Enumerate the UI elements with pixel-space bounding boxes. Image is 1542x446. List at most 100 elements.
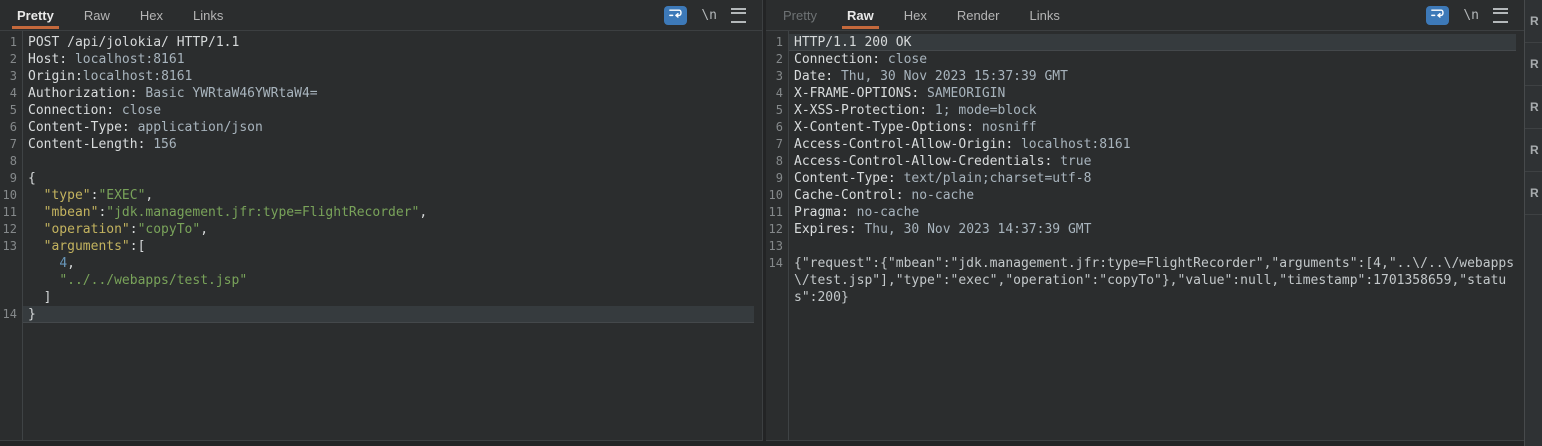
- code-segment-string: "../../webapps/test.jsp": [59, 273, 247, 288]
- code-line: 2Connection: close: [766, 51, 1516, 68]
- code-segment-key: "arguments": [44, 239, 130, 254]
- tab-links[interactable]: Links: [1014, 0, 1074, 30]
- code-segment-body: {"request":{"mbean":"jdk.management.jfr:…: [794, 256, 1514, 305]
- line-content: Expires: Thu, 30 Nov 2023 14:37:39 GMT: [788, 221, 1516, 238]
- line-content: "operation":"copyTo",: [22, 221, 754, 238]
- code-segment-plain: HTTP/1.1 200 OK: [794, 35, 911, 50]
- code-segment-value: 1; mode=block: [927, 103, 1037, 118]
- line-content: Access-Control-Allow-Origin: localhost:8…: [788, 136, 1516, 153]
- request-message-editor: Pretty Raw HexLinks \n 1 POST /api/jolokia/…: [0, 0, 763, 441]
- code-segment-value: Thu, 30 Nov 2023 15:37:39 GMT: [833, 69, 1068, 84]
- tab-label: Render: [957, 8, 1000, 23]
- line-number: 6: [766, 119, 788, 136]
- response-message-editor: Pretty RawHex Render Links \n 1HTTP/1.1 200…: [766, 0, 1525, 441]
- tab-hex[interactable]: Hex: [125, 0, 178, 30]
- code-segment-value: no-cache: [904, 188, 974, 203]
- word-wrap-icon: [667, 6, 684, 25]
- code-line: 4Authorization: Basic YWRtaW46YWRtaW4=: [0, 85, 754, 102]
- code-segment-key: "mbean": [44, 205, 99, 220]
- tab-links[interactable]: Links: [178, 0, 238, 30]
- inspector-section-label: R: [1530, 186, 1539, 200]
- code-line: 13 "arguments":[: [0, 238, 754, 255]
- line-content: [22, 153, 754, 170]
- response-editor-area[interactable]: 1HTTP/1.1 200 OK2Connection: close3Date:…: [766, 31, 1524, 440]
- tab-pretty[interactable]: Pretty: [768, 0, 832, 30]
- line-content: {: [22, 170, 754, 187]
- inspector-section-label: R: [1530, 143, 1539, 157]
- code-line: 8: [0, 153, 754, 170]
- code-segment-plain: POST /api/jolokia/ HTTP/1.1: [28, 35, 239, 50]
- code-segment-plain: ,: [419, 205, 427, 220]
- inspector-section-handle[interactable]: R: [1525, 86, 1542, 129]
- code-line: 5Connection: close: [0, 102, 754, 119]
- tab-render[interactable]: Render: [942, 0, 1015, 30]
- line-content: 4,: [22, 255, 754, 272]
- request-editor-area[interactable]: 1POST /api/jolokia/ HTTP/1.12Host: local…: [0, 31, 762, 440]
- line-content: Content-Length: 156: [22, 136, 754, 153]
- code-line: 1 POST /api/jolokia/ HTTP/1.1: [0, 34, 754, 51]
- code-segment-plain: [28, 205, 44, 220]
- line-content: Origin:localhost:8161: [22, 68, 754, 85]
- line-content: "arguments":[: [22, 238, 754, 255]
- line-content: Access-Control-Allow-Credentials: true: [788, 153, 1516, 170]
- code-line: 12Expires: Thu, 30 Nov 2023 14:37:39 GMT: [766, 221, 1516, 238]
- code-segment-name: Origin:: [28, 69, 83, 84]
- code-line: 6Content-Type: application/json: [0, 119, 754, 136]
- line-content: X-XSS-Protection: 1; mode=block: [788, 102, 1516, 119]
- code-segment-name: X-Content-Type-Options:: [794, 120, 974, 135]
- line-number: 5: [766, 102, 788, 119]
- code-segment-plain: }: [28, 307, 36, 322]
- response-menu-button[interactable]: [1493, 8, 1508, 23]
- tab-label: Raw: [84, 8, 110, 23]
- line-number: 4: [0, 85, 22, 102]
- code-line: 13: [766, 238, 1516, 255]
- line-number: 14: [0, 306, 22, 323]
- code-segment-plain: ]: [28, 290, 51, 305]
- line-number: 4: [766, 85, 788, 102]
- code-segment-value: 156: [145, 137, 176, 152]
- line-number: [0, 272, 22, 289]
- line-content: [788, 238, 1516, 255]
- code-line: 8Access-Control-Allow-Credentials: true: [766, 153, 1516, 170]
- inspector-section-label: R: [1530, 14, 1539, 28]
- request-tabs: Pretty Raw HexLinks: [0, 0, 238, 30]
- line-number: 1: [0, 34, 22, 51]
- line-number: 5: [0, 102, 22, 119]
- show-newlines-toggle[interactable]: \n: [1463, 8, 1479, 23]
- line-content: Connection: close: [788, 51, 1516, 68]
- code-line: 12 "operation":"copyTo",: [0, 221, 754, 238]
- code-segment-name: Pragma:: [794, 205, 849, 220]
- code-segment-value: application/json: [130, 120, 263, 135]
- code-segment-key: "operation": [44, 222, 130, 237]
- line-content: "type":"EXEC",: [22, 187, 754, 204]
- code-segment-plain: ,: [200, 222, 208, 237]
- tab-raw[interactable]: Raw: [69, 0, 125, 30]
- inspector-section-handle[interactable]: R: [1525, 129, 1542, 172]
- code-segment-name: Access-Control-Allow-Origin:: [794, 137, 1013, 152]
- code-segment-plain: [28, 273, 59, 288]
- code-segment-value: true: [1052, 154, 1091, 169]
- code-line: 11Pragma: no-cache: [766, 204, 1516, 221]
- code-segment-name: Content-Type:: [794, 171, 896, 186]
- code-line: ]: [0, 289, 754, 306]
- code-segment-value: localhost:8161: [1013, 137, 1130, 152]
- line-content: {"request":{"mbean":"jdk.management.jfr:…: [788, 255, 1516, 306]
- tab-hex[interactable]: Hex: [889, 0, 942, 30]
- line-number: 11: [0, 204, 22, 221]
- tab-pretty[interactable]: Pretty: [2, 0, 69, 30]
- inspector-section-handle[interactable]: R: [1525, 172, 1542, 215]
- inspector-section-handle[interactable]: R: [1525, 43, 1542, 86]
- line-number: 3: [0, 68, 22, 85]
- tab-label: Pretty: [783, 8, 817, 23]
- word-wrap-toggle-button[interactable]: [1426, 6, 1449, 25]
- hamburger-icon: [731, 8, 746, 23]
- show-newlines-toggle[interactable]: \n: [701, 8, 717, 23]
- line-number: 9: [766, 170, 788, 187]
- inspector-section-handle[interactable]: R: [1525, 0, 1542, 43]
- line-content: Host: localhost:8161: [22, 51, 754, 68]
- tab-raw[interactable]: Raw: [832, 0, 889, 30]
- word-wrap-toggle-button[interactable]: [664, 6, 687, 25]
- response-toolbar: \n: [1426, 0, 1524, 30]
- request-menu-button[interactable]: [731, 8, 746, 23]
- code-segment-name: Cache-Control:: [794, 188, 904, 203]
